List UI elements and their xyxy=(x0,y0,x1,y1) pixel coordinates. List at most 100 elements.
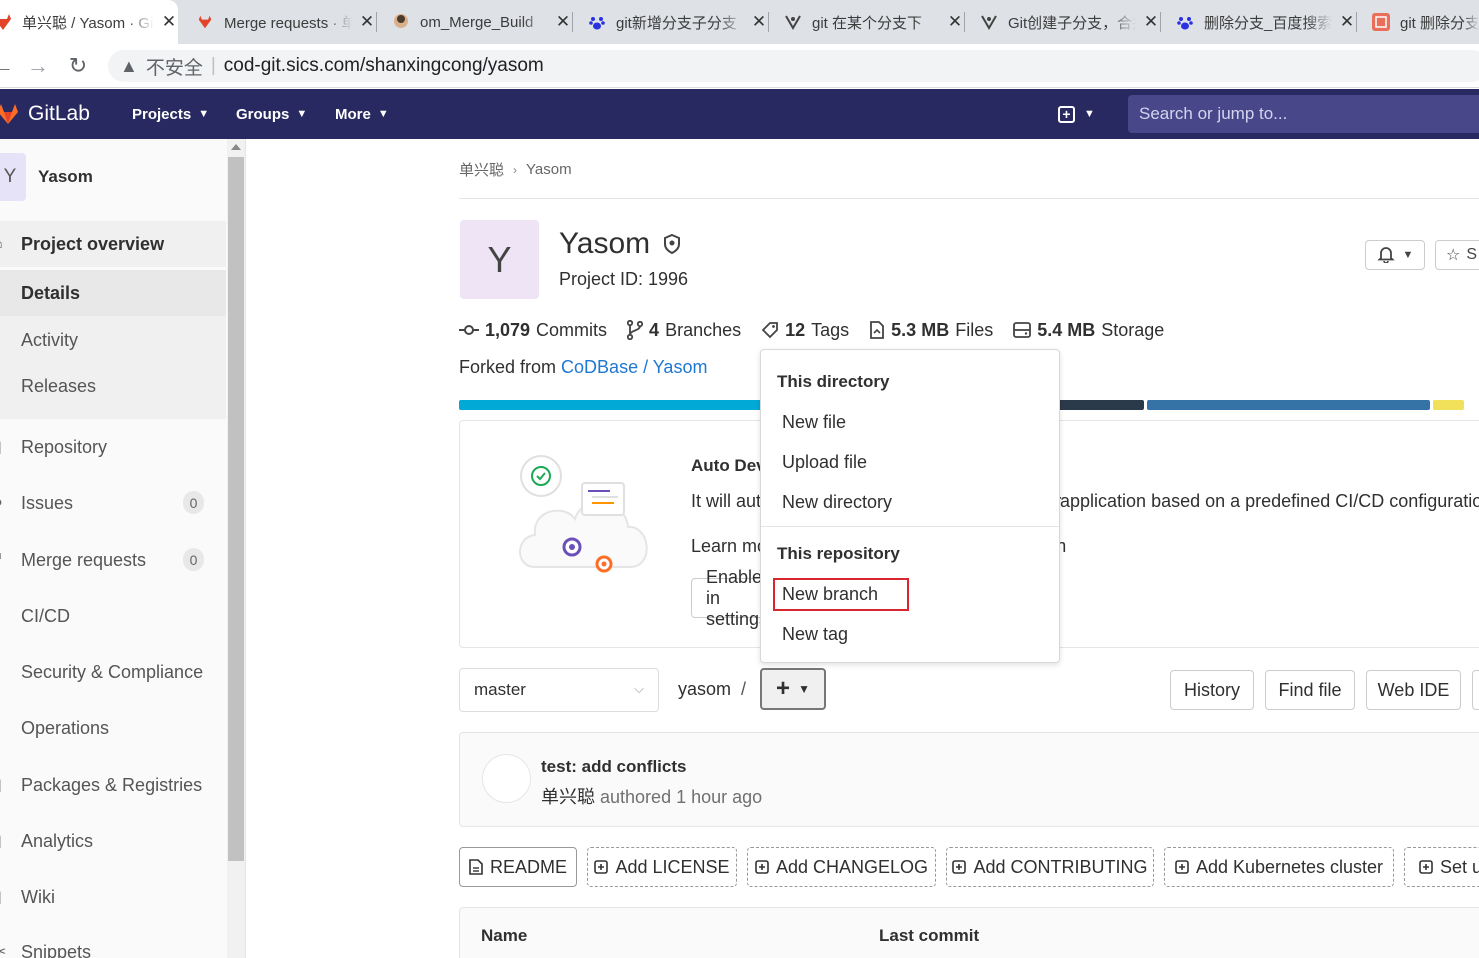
find-file-button[interactable]: Find file xyxy=(1265,670,1355,710)
add-kubernetes-cluster-button[interactable]: Add Kubernetes cluster xyxy=(1164,847,1394,887)
scrollbar-thumb[interactable] xyxy=(228,157,244,861)
browser-tab[interactable]: 单兴聪 / Yasom · GitLab ✕ xyxy=(0,0,178,44)
close-tab-icon[interactable]: ✕ xyxy=(946,12,964,32)
history-button[interactable]: History xyxy=(1170,670,1254,710)
web-ide-button[interactable]: Web IDE xyxy=(1366,670,1461,710)
forward-icon[interactable]: → xyxy=(25,53,51,79)
file-icon xyxy=(469,859,483,875)
sidebar-item-releases[interactable]: Releases xyxy=(0,363,226,409)
menu-item-new-file[interactable]: New file xyxy=(782,412,846,433)
tab-separator xyxy=(964,12,965,32)
sidebar-item-wiki[interactable]: ▯ Wiki xyxy=(0,874,226,920)
jenkins-favicon xyxy=(392,13,410,31)
new-item-dropdown[interactable]: + ▼ xyxy=(1058,102,1095,126)
stat-storage[interactable]: 5.4 MB Storage xyxy=(1013,320,1164,341)
sidebar-item-repository[interactable]: ▯ Repository xyxy=(0,424,226,470)
url-text[interactable]: cod-git.sics.com/shanxingcong/yasom xyxy=(224,55,544,77)
stat-commits[interactable]: 1,079 Commits xyxy=(459,320,607,341)
button-label: README xyxy=(489,856,567,877)
file-tree-table: Name Last commit xyxy=(459,907,1479,958)
count-badge: 0 xyxy=(183,548,204,571)
setup-cicd-button[interactable]: Set up CI/CD xyxy=(1404,847,1479,887)
close-tab-icon[interactable]: ✕ xyxy=(750,12,768,32)
nav-more[interactable]: More ▼ xyxy=(335,89,389,139)
back-icon[interactable]: ← xyxy=(0,53,16,79)
storage-icon xyxy=(1013,322,1032,338)
close-tab-icon[interactable]: ✕ xyxy=(554,12,572,32)
add-contributing-button[interactable]: Add CONTRIBUTING xyxy=(946,847,1154,887)
breadcrumb-owner-link[interactable]: 单兴聪 xyxy=(459,159,504,180)
nav-groups[interactable]: Groups ▼ xyxy=(236,89,307,139)
tab-title: 单兴聪 / Yasom · GitLab xyxy=(22,14,154,32)
sidebar-project-header[interactable]: Y Yasom xyxy=(0,139,226,214)
sidebar-item-security[interactable]: ◗ Security & Compliance xyxy=(0,649,226,695)
branch-name: master xyxy=(474,680,526,699)
browser-tab[interactable]: git 删除分支 xyxy=(1372,0,1479,44)
reload-icon[interactable]: ↻ xyxy=(65,53,91,79)
sidebar-item-merge-requests[interactable]: ⑂ Merge requests 0 xyxy=(0,537,226,583)
security-label[interactable]: 不安全 xyxy=(146,53,203,80)
enable-auto-devops-button[interactable]: Enable in settings xyxy=(691,567,771,629)
nav-projects[interactable]: Projects ▼ xyxy=(132,89,209,139)
package-icon: ▯ xyxy=(0,775,15,795)
stat-tags[interactable]: 12 Tags xyxy=(761,320,849,341)
close-tab-icon[interactable]: ✕ xyxy=(358,12,376,32)
browser-tab[interactable]: git 在某个分支下 ✕ xyxy=(784,0,964,44)
breadcrumb-project-link[interactable]: Yasom xyxy=(526,161,572,178)
add-changelog-button[interactable]: Add CHANGELOG xyxy=(747,847,936,887)
browser-tab[interactable]: Merge requests · 单兴聪 / Yasom ✕ xyxy=(196,0,376,44)
star-button[interactable]: ☆ S xyxy=(1435,240,1479,270)
sidebar-scrollbar[interactable] xyxy=(227,139,245,958)
commit-author-link[interactable]: 单兴聪 xyxy=(541,787,595,807)
rocket-icon: ◗ xyxy=(0,607,15,625)
add-license-button[interactable]: Add LICENSE xyxy=(587,847,737,887)
notification-button[interactable]: ▼ xyxy=(1365,240,1425,270)
star-icon: ☆ xyxy=(1446,247,1461,264)
search-input[interactable]: Search or jump to... xyxy=(1128,95,1479,133)
branch-select[interactable]: master ⌵ xyxy=(459,668,659,712)
sidebar-item-label: CI/CD xyxy=(21,605,70,626)
sidebar-item-label: Details xyxy=(21,282,81,303)
browser-tab[interactable]: git新增分支子分支 ✕ xyxy=(588,0,768,44)
sidebar-item-project-overview[interactable]: ⌂ Project overview xyxy=(0,221,226,267)
close-tab-icon[interactable]: ✕ xyxy=(1338,12,1356,32)
avatar[interactable] xyxy=(482,754,531,803)
sidebar-item-packages[interactable]: ▯ Packages & Registries xyxy=(0,762,226,808)
menu-item-upload-file[interactable]: Upload file xyxy=(782,452,867,473)
sidebar-item-cicd[interactable]: ◗ CI/CD xyxy=(0,593,226,639)
browser-tab[interactable]: Git创建子分支，合并 ✕ xyxy=(980,0,1160,44)
scroll-up-arrow-icon[interactable] xyxy=(231,144,241,150)
gitlab-home-link[interactable]: GitLab xyxy=(0,89,90,139)
sidebar-item-operations[interactable]: ◗ Operations xyxy=(0,705,226,751)
button-label: Web IDE xyxy=(1377,679,1450,700)
clone-button[interactable] xyxy=(1472,670,1479,710)
sidebar-item-analytics[interactable]: ▮ Analytics xyxy=(0,818,226,864)
sidebar-item-details[interactable]: Details xyxy=(0,270,226,316)
stat-files[interactable]: 5.3 MB Files xyxy=(869,320,993,341)
dropdown-section-header: This directory xyxy=(777,372,890,391)
menu-item-new-branch[interactable]: New branch xyxy=(782,584,878,605)
sidebar-item-activity[interactable]: Activity xyxy=(0,317,226,363)
forked-source-link[interactable]: CoDBase / Yasom xyxy=(561,357,707,377)
address-separator: | xyxy=(210,55,216,76)
close-tab-icon[interactable]: ✕ xyxy=(1142,12,1160,32)
auto-devops-illustration-icon xyxy=(519,455,648,573)
gitlab-logo-icon xyxy=(0,104,18,124)
tab-title: om_Merge_Build xyxy=(420,13,534,31)
sidebar-item-issues[interactable]: ◑ Issues 0 xyxy=(0,480,226,526)
stat-branches[interactable]: 4 Branches xyxy=(627,320,741,341)
readme-button[interactable]: README xyxy=(459,847,577,887)
last-commit-panel: test: add conflicts 单兴聪 authored 1 hour … xyxy=(459,732,1479,827)
sidebar-item-label: Operations xyxy=(21,717,110,738)
commit-title-link[interactable]: test: add conflicts xyxy=(541,757,686,777)
menu-item-new-tag[interactable]: New tag xyxy=(782,624,848,645)
browser-tab[interactable]: 删除分支_百度搜索 ✕ xyxy=(1176,0,1356,44)
close-tab-icon[interactable]: ✕ xyxy=(160,12,178,32)
add-to-tree-button[interactable]: + ▼ xyxy=(760,668,826,710)
plus-icon: + xyxy=(776,675,791,702)
address-bar[interactable]: ▲ 不安全 | cod-git.sics.com/shanxingcong/ya… xyxy=(108,50,1479,82)
menu-item-new-directory[interactable]: New directory xyxy=(782,492,892,513)
repo-path-root-link[interactable]: yasom xyxy=(678,679,731,699)
browser-tab[interactable]: om_Merge_Build ✕ xyxy=(392,0,572,44)
sidebar-item-snippets[interactable]: ✂ Snippets xyxy=(0,929,226,958)
